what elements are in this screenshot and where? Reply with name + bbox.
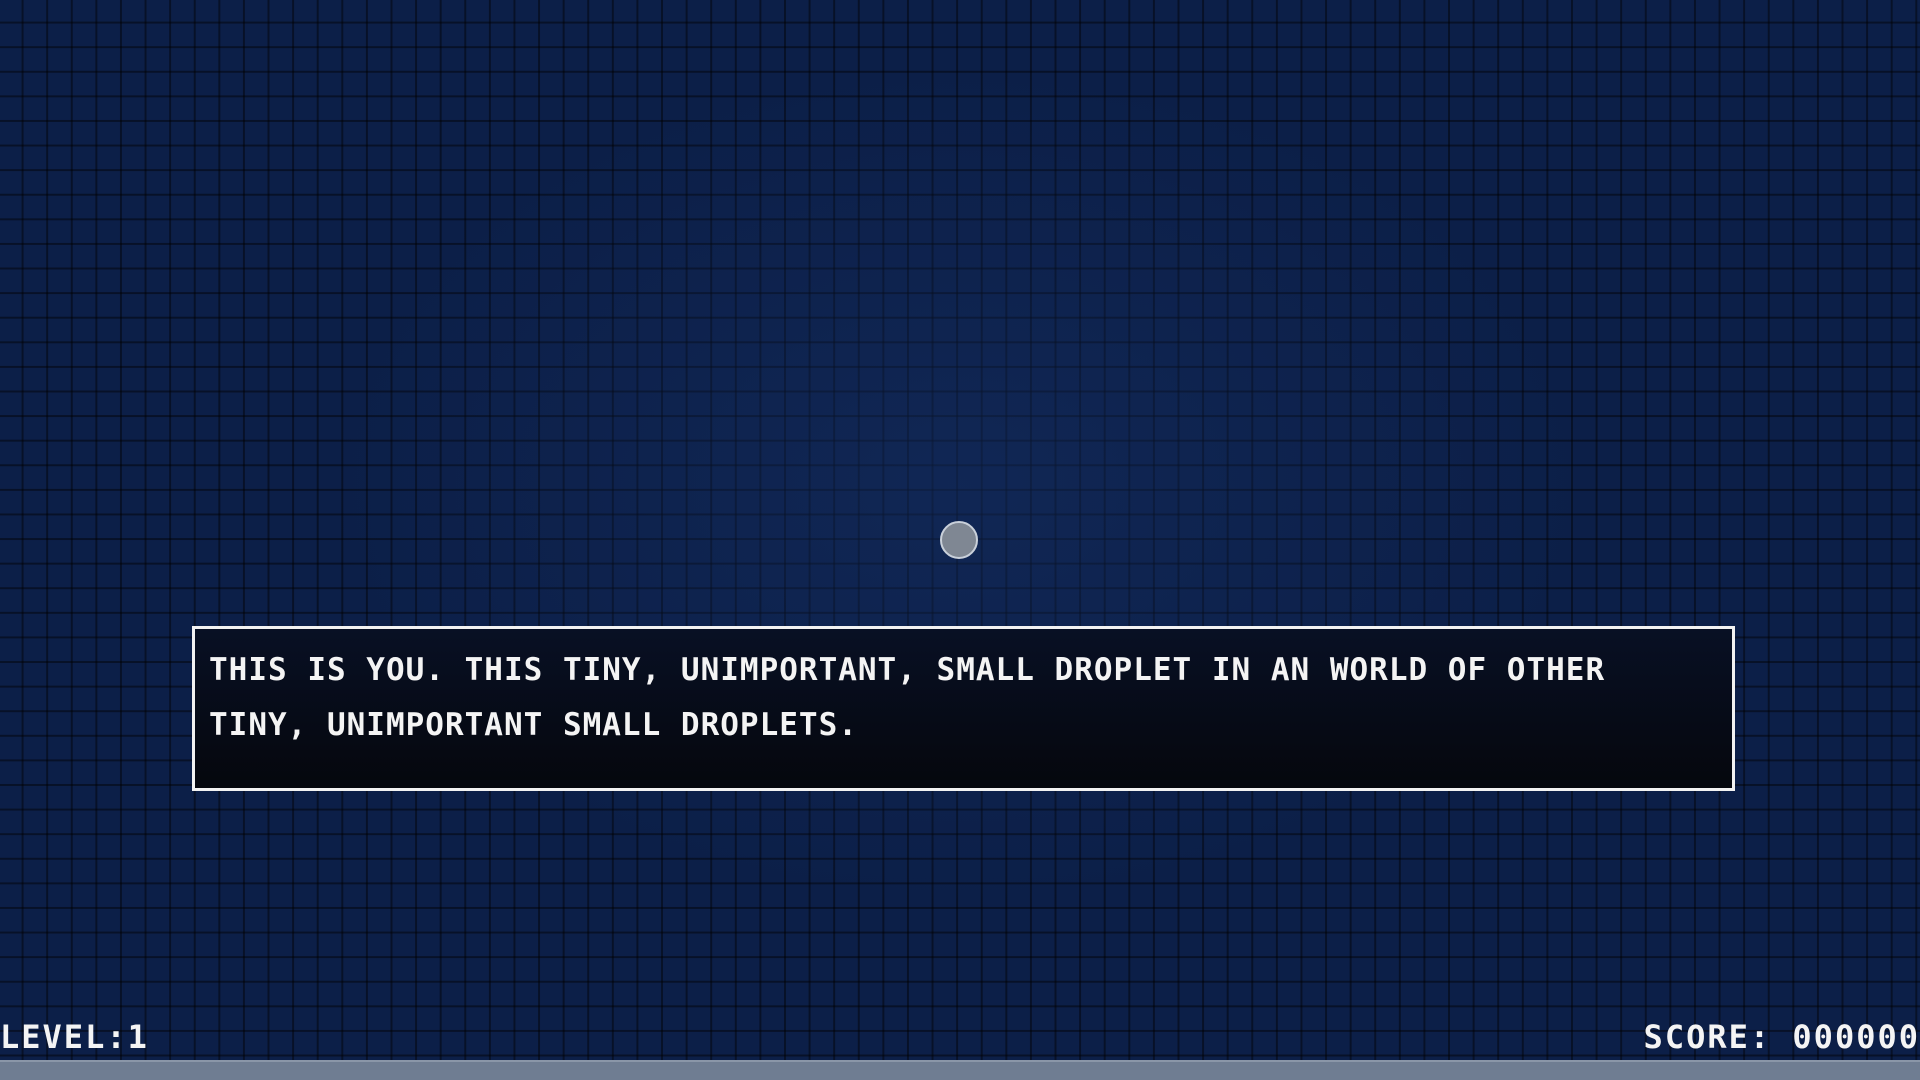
level-value: 1 (127, 1018, 149, 1056)
level-label: LEVEL: (0, 1018, 128, 1056)
score-label: SCORE: (1643, 1018, 1772, 1056)
progress-bar (0, 1060, 1920, 1080)
score-indicator: SCORE: 000000 (1644, 1018, 1920, 1056)
level-indicator: LEVEL:1 (0, 1018, 149, 1056)
progress-bar-fill (0, 1060, 1920, 1080)
player-droplet (940, 521, 978, 559)
score-value: 000000 (1792, 1018, 1920, 1056)
dialog-box[interactable]: THIS IS YOU. THIS TINY, UNIMPORTANT, SMA… (192, 626, 1735, 791)
dialog-text: THIS IS YOU. THIS TINY, UNIMPORTANT, SMA… (209, 652, 1606, 743)
game-area[interactable]: THIS IS YOU. THIS TINY, UNIMPORTANT, SMA… (0, 0, 1920, 1080)
